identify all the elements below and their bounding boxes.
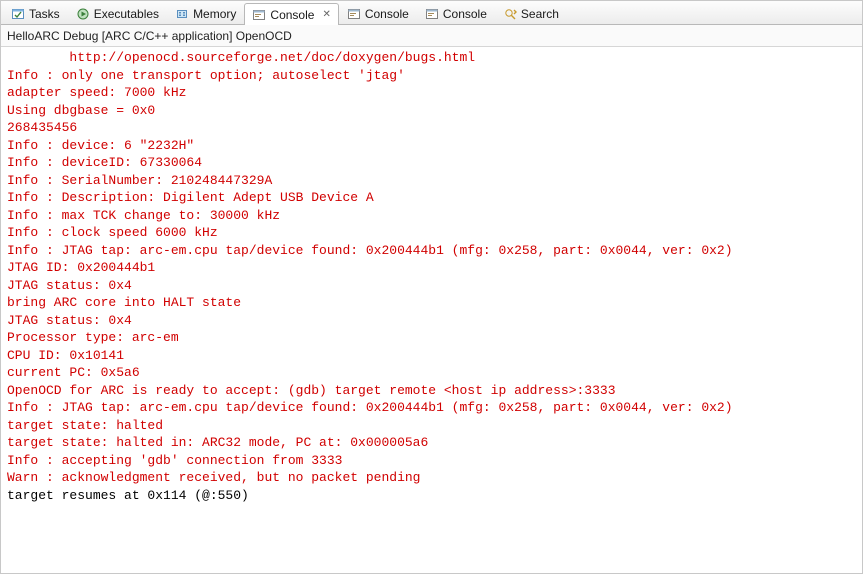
console-line: JTAG ID: 0x200444b1 xyxy=(7,259,856,277)
tab-label: Console xyxy=(270,8,314,22)
tab-label: Tasks xyxy=(29,7,60,21)
console-line: bring ARC core into HALT state xyxy=(7,294,856,312)
tab-label: Memory xyxy=(193,7,236,21)
console-icon xyxy=(425,7,439,21)
console-header: HelloARC Debug [ARC C/C++ application] O… xyxy=(1,25,862,47)
console-line: Using dbgbase = 0x0 xyxy=(7,102,856,120)
console-line: target state: halted in: ARC32 mode, PC … xyxy=(7,434,856,452)
tab-bar: TasksExecutablesMemoryConsole✕ConsoleCon… xyxy=(1,1,862,25)
console-icon xyxy=(252,8,266,22)
console-line: Info : max TCK change to: 30000 kHz xyxy=(7,207,856,225)
tab-executables[interactable]: Executables xyxy=(68,2,167,24)
console-line: Info : device: 6 "2232H" xyxy=(7,137,856,155)
console-line: Processor type: arc-em xyxy=(7,329,856,347)
console-line: Info : SerialNumber: 210248447329A xyxy=(7,172,856,190)
tab-label: Executables xyxy=(94,7,159,21)
memory-icon xyxy=(175,7,189,21)
tab-search[interactable]: Search xyxy=(495,2,567,24)
console-icon xyxy=(347,7,361,21)
tab-console-active[interactable]: Console ✕ xyxy=(244,3,338,25)
console-line: OpenOCD for ARC is ready to accept: (gdb… xyxy=(7,382,856,400)
console-line: Info : JTAG tap: arc-em.cpu tap/device f… xyxy=(7,399,856,417)
console-line: Info : clock speed 6000 kHz xyxy=(7,224,856,242)
tab-tasks[interactable]: Tasks xyxy=(3,2,68,24)
tab-label: Console xyxy=(443,7,487,21)
console-line: JTAG status: 0x4 xyxy=(7,277,856,295)
console-line: Info : only one transport option; autose… xyxy=(7,67,856,85)
tab-console[interactable]: Console xyxy=(339,2,417,24)
tab-console[interactable]: Console xyxy=(417,2,495,24)
console-line: JTAG status: 0x4 xyxy=(7,312,856,330)
console-line: Info : JTAG tap: arc-em.cpu tap/device f… xyxy=(7,242,856,260)
console-line: adapter speed: 7000 kHz xyxy=(7,84,856,102)
console-line: Info : Description: Digilent Adept USB D… xyxy=(7,189,856,207)
console-line: CPU ID: 0x10141 xyxy=(7,347,856,365)
console-line: Info : accepting 'gdb' connection from 3… xyxy=(7,452,856,470)
console-line: 268435456 xyxy=(7,119,856,137)
console-line: current PC: 0x5a6 xyxy=(7,364,856,382)
close-icon[interactable]: ✕ xyxy=(322,9,330,20)
console-line: Info : deviceID: 67330064 xyxy=(7,154,856,172)
console-line: http://openocd.sourceforge.net/doc/doxyg… xyxy=(7,49,856,67)
console-line: target resumes at 0x114 (@:550) xyxy=(7,487,856,505)
console-line: target state: halted xyxy=(7,417,856,435)
tab-label: Search xyxy=(521,7,559,21)
tasks-icon xyxy=(11,7,25,21)
tab-label: Console xyxy=(365,7,409,21)
console-launch-title: HelloARC Debug [ARC C/C++ application] O… xyxy=(7,29,292,43)
search-icon xyxy=(503,7,517,21)
exec-icon xyxy=(76,7,90,21)
console-line: Warn : acknowledgment received, but no p… xyxy=(7,469,856,487)
console-output: http://openocd.sourceforge.net/doc/doxyg… xyxy=(1,47,862,508)
tab-memory[interactable]: Memory xyxy=(167,2,244,24)
